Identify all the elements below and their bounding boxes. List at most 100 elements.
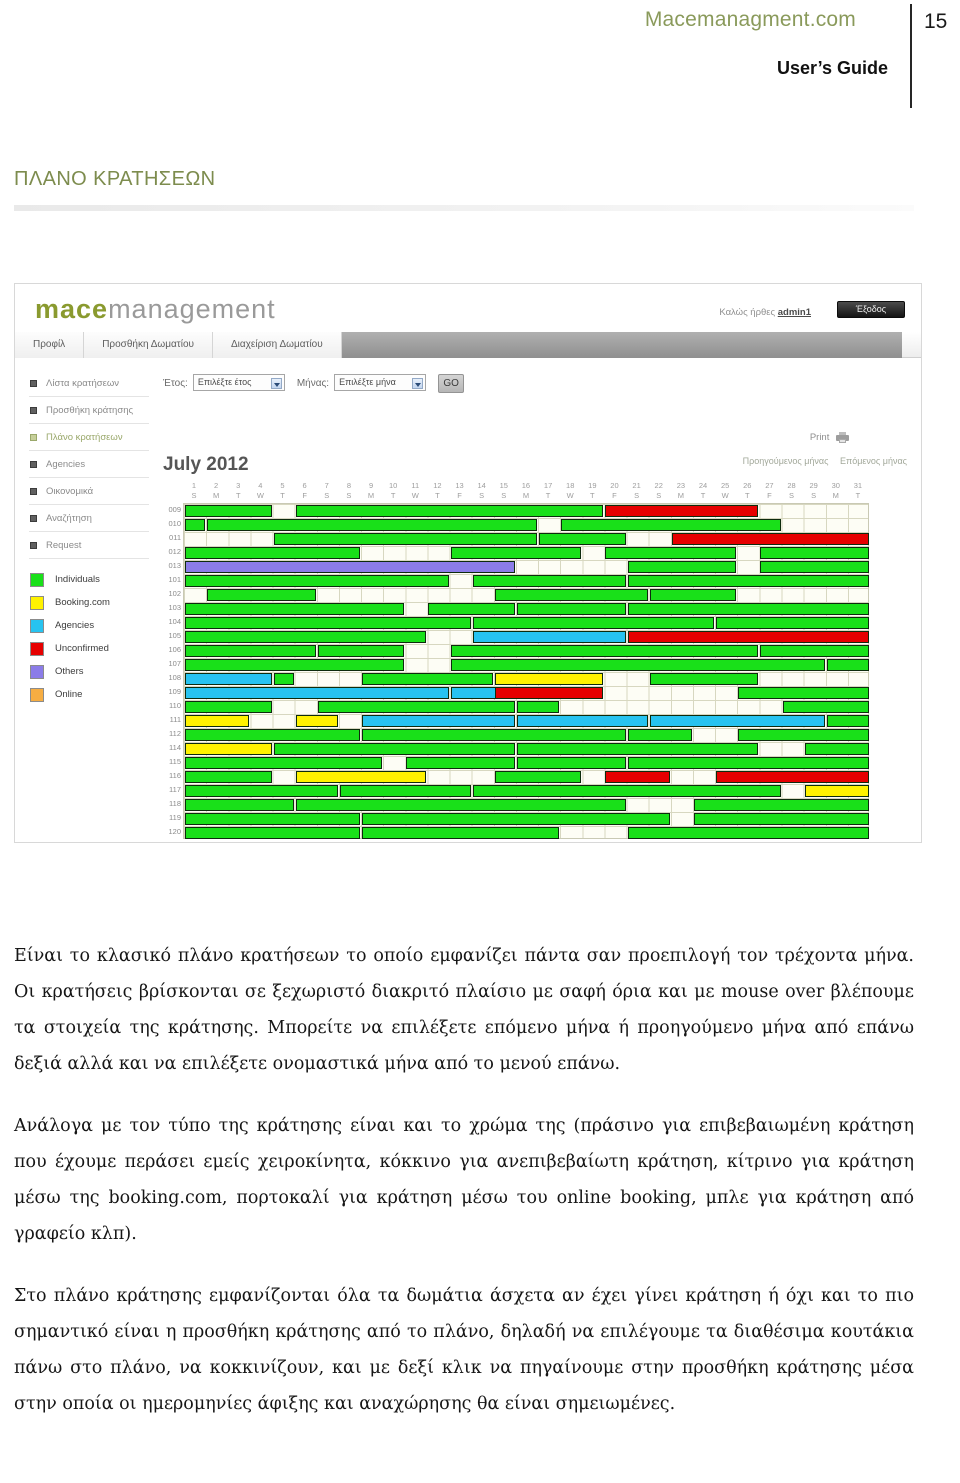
booking-bar[interactable] [716,771,870,783]
booking-bar[interactable] [185,561,515,573]
booking-bar[interactable] [185,617,471,629]
booking-bar[interactable] [295,799,626,811]
booking-bar[interactable] [185,673,272,685]
booking-bar[interactable] [185,813,361,825]
booking-bar[interactable] [295,715,338,727]
booking-bar[interactable] [494,771,582,783]
booking-bar[interactable] [516,757,626,769]
sidebar-item-reservation-plan[interactable]: Πλάνο κρατήσεων [29,424,149,451]
booking-bar[interactable] [826,659,870,671]
booking-bar[interactable] [185,659,405,671]
logout-button[interactable]: Έξοδος [837,301,905,318]
sidebar-item-add-reservation[interactable]: Προσθήκη κράτησης [29,397,149,424]
booking-bar[interactable] [185,743,272,755]
booking-bar[interactable] [472,785,781,797]
booking-bar[interactable] [295,771,427,783]
booking-bar[interactable] [826,715,870,727]
sidebar-item-financials[interactable]: Οικονομικά [29,478,149,505]
booking-bar[interactable] [185,701,272,713]
tab-add-room[interactable]: Προσθήκη Δωματίου [84,332,213,358]
booking-bar[interactable] [738,687,870,699]
booking-bar[interactable] [185,603,405,615]
booking-bar[interactable] [605,547,737,559]
booking-bar[interactable] [561,519,781,531]
booking-bar[interactable] [760,561,870,573]
booking-bar[interactable] [450,659,825,671]
booking-bar[interactable] [450,645,759,657]
booking-bar[interactable] [627,631,870,643]
booking-bar[interactable] [627,603,870,615]
booking-bar[interactable] [185,771,272,783]
booking-bar[interactable] [273,533,538,545]
booking-bar[interactable] [627,729,692,741]
booking-bar[interactable] [362,827,560,839]
booking-bar[interactable] [539,533,626,545]
booking-bar[interactable] [627,757,870,769]
booking-bar[interactable] [716,617,870,629]
booking-bar[interactable] [782,701,870,713]
booking-bar[interactable] [627,561,737,573]
booking-bar[interactable] [185,687,449,699]
booking-bar[interactable] [185,547,361,559]
booking-bar[interactable] [362,715,515,727]
booking-bar[interactable] [760,645,870,657]
booking-bar[interactable] [207,519,538,531]
booking-bar[interactable] [516,603,626,615]
go-button[interactable]: GO [438,374,465,393]
booking-bar[interactable] [605,771,670,783]
booking-bar[interactable] [185,645,316,657]
booking-bar[interactable] [649,589,737,601]
booking-bar[interactable] [428,603,515,615]
booking-bar[interactable] [738,729,870,741]
booking-bar[interactable] [693,799,870,811]
booking-bar[interactable] [185,715,250,727]
booking-bar[interactable] [185,827,361,839]
booking-bar[interactable] [516,701,560,713]
sidebar-item-reservation-list[interactable]: Λίστα κρατήσεων [29,370,149,397]
booking-bar[interactable] [185,757,383,769]
booking-bar[interactable] [472,631,626,643]
booking-bar[interactable] [185,785,338,797]
sidebar-item-request[interactable]: Request [29,532,149,559]
sidebar-item-search[interactable]: Αναζήτηση [29,505,149,532]
username-link[interactable]: admin1 [778,307,811,318]
booking-bar[interactable] [185,799,294,811]
booking-bar[interactable] [804,743,869,755]
booking-bar[interactable] [649,673,759,685]
plan-cells[interactable] [183,503,870,839]
booking-bar[interactable] [362,813,670,825]
booking-bar[interactable] [649,715,825,727]
booking-bar[interactable] [494,673,604,685]
booking-bar[interactable] [362,673,493,685]
booking-bar[interactable] [516,743,759,755]
booking-bar[interactable] [406,757,515,769]
booking-bar[interactable] [605,505,759,517]
booking-bar[interactable] [185,631,427,643]
tab-profile[interactable]: Προφίλ [15,332,85,358]
prev-month-link[interactable]: Προηγούμενος μήνας [743,456,829,466]
booking-bar[interactable] [273,743,515,755]
booking-bar[interactable] [627,575,870,587]
booking-bar[interactable] [185,575,449,587]
booking-bar[interactable] [185,505,272,517]
booking-bar[interactable] [693,813,870,825]
booking-bar[interactable] [185,519,206,531]
next-month-link[interactable]: Επόμενος μήνας [840,456,907,466]
booking-bar[interactable] [295,505,604,517]
month-select[interactable]: Επιλέξτε μήνα [334,374,427,391]
tab-manage-room[interactable]: Διαχείριση Δωματίου [212,332,342,358]
booking-bar[interactable] [317,701,515,713]
booking-bar[interactable] [804,785,869,797]
booking-bar[interactable] [207,589,316,601]
booking-bar[interactable] [760,547,870,559]
booking-bar[interactable] [472,575,626,587]
booking-bar[interactable] [671,533,870,545]
booking-bar[interactable] [450,547,582,559]
booking-bar[interactable] [339,785,471,797]
booking-bar[interactable] [472,617,715,629]
booking-bar[interactable] [494,589,648,601]
booking-bar[interactable] [273,673,294,685]
booking-bar[interactable] [317,645,405,657]
sidebar-item-agencies[interactable]: Agencies [29,451,149,478]
print-button[interactable]: Print [810,432,849,443]
